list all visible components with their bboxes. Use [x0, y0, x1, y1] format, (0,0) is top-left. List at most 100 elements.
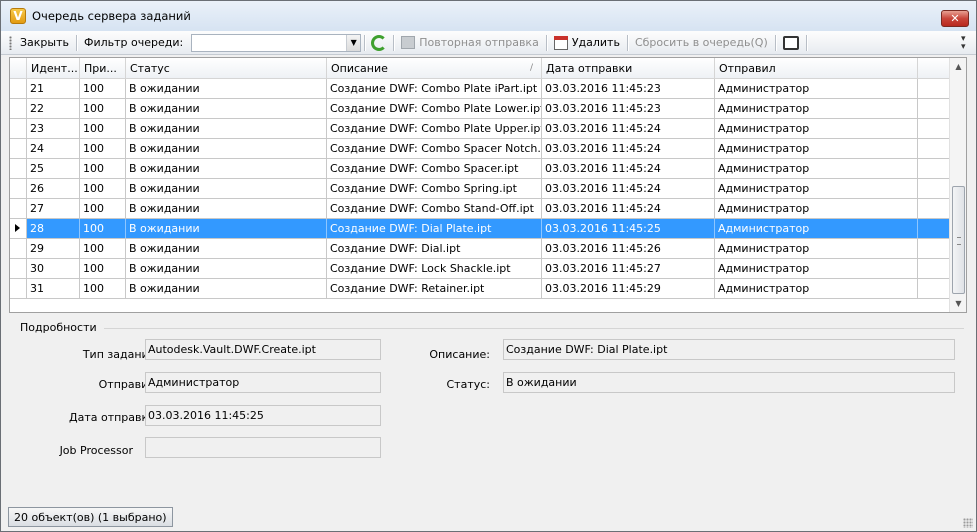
resend-label: Повторная отправка	[419, 36, 539, 49]
cell-description: Создание DWF: Retainer.ipt	[327, 279, 542, 298]
description-field[interactable]: Создание DWF: Dial Plate.ipt	[503, 339, 955, 360]
table-row[interactable]: 26 100 В ожидании Создание DWF: Combo Sp…	[10, 179, 950, 199]
resend-icon	[401, 36, 416, 49]
table-row[interactable]: 22 100 В ожидании Создание DWF: Combo Pl…	[10, 99, 950, 119]
table-row[interactable]: 29 100 В ожидании Создание DWF: Dial.ipt…	[10, 239, 950, 259]
app-icon: V	[10, 8, 26, 24]
column-header-status[interactable]: Статус	[126, 58, 327, 79]
toolbar-separator	[774, 34, 776, 51]
table-row[interactable]: 21 100 В ожидании Создание DWF: Combo Pl…	[10, 79, 950, 99]
column-header-priority[interactable]: При...	[80, 58, 126, 79]
cell-id: 25	[27, 159, 80, 178]
cell-date: 03.03.2016 11:45:27	[542, 259, 715, 278]
column-header-description[interactable]: Описание /	[327, 58, 542, 79]
status-label: Статус:	[446, 378, 490, 391]
cell-id: 22	[27, 99, 80, 118]
sender-label: Отправил:	[98, 378, 159, 391]
row-selector[interactable]	[10, 99, 27, 118]
cell-status: В ожидании	[126, 239, 327, 258]
cell-date: 03.03.2016 11:45:23	[542, 79, 715, 98]
row-selector[interactable]	[10, 179, 27, 198]
status-field[interactable]: В ожидании	[503, 372, 955, 393]
column-header-sender[interactable]: Отправил	[715, 58, 918, 79]
row-selector[interactable]	[10, 239, 27, 258]
grip-icon[interactable]	[9, 35, 12, 50]
cell-status: В ожидании	[126, 279, 327, 298]
scrollbar-thumb[interactable]	[952, 186, 965, 294]
table-row[interactable]: 31 100 В ожидании Создание DWF: Retainer…	[10, 279, 950, 299]
status-bar: 20 объект(ов) (1 выбрано)	[1, 503, 976, 531]
refresh-icon[interactable]	[371, 34, 388, 51]
cell-id: 23	[27, 119, 80, 138]
vertical-scrollbar[interactable]: ▲ ▼	[949, 58, 966, 312]
row-header-corner	[10, 58, 27, 79]
cell-description: Создание DWF: Dial Plate.ipt	[327, 219, 542, 238]
column-header-date[interactable]: Дата отправки	[542, 58, 715, 79]
column-header-id[interactable]: Идент...	[27, 58, 80, 79]
cell-priority: 100	[80, 239, 126, 258]
cell-status: В ожидании	[126, 179, 327, 198]
cell-date: 03.03.2016 11:45:24	[542, 199, 715, 218]
toolbar-separator	[545, 34, 547, 51]
toolbar-separator	[626, 34, 628, 51]
toolbar-separator	[364, 34, 366, 51]
row-selector[interactable]	[10, 159, 27, 178]
table-row[interactable]: 30 100 В ожидании Создание DWF: Lock Sha…	[10, 259, 950, 279]
details-title: Подробности	[18, 321, 99, 334]
row-selector[interactable]	[10, 219, 27, 238]
table-row[interactable]: 24 100 В ожидании Создание DWF: Combo Sp…	[10, 139, 950, 159]
cell-id: 21	[27, 79, 80, 98]
cell-date: 03.03.2016 11:45:25	[542, 219, 715, 238]
cell-status: В ожидании	[126, 219, 327, 238]
scroll-down-icon[interactable]: ▼	[950, 295, 966, 312]
table-row[interactable]: 27 100 В ожидании Создание DWF: Combo St…	[10, 199, 950, 219]
row-selector[interactable]	[10, 199, 27, 218]
delete-button[interactable]: Удалить	[550, 33, 624, 53]
title-bar[interactable]: V Очередь сервера заданий ✕	[1, 1, 976, 31]
scroll-up-icon[interactable]: ▲	[950, 58, 966, 75]
row-selector[interactable]	[10, 119, 27, 138]
cell-priority: 100	[80, 219, 126, 238]
delete-icon	[553, 35, 568, 50]
filter-label: Фильтр очереди:	[84, 36, 184, 49]
processor-field[interactable]	[145, 437, 381, 458]
close-icon[interactable]: ✕	[941, 10, 969, 27]
date-field[interactable]: 03.03.2016 11:45:25	[145, 405, 381, 426]
details-divider	[104, 328, 964, 329]
cell-sender: Администратор	[715, 79, 918, 98]
row-selector[interactable]	[10, 279, 27, 298]
cell-priority: 100	[80, 99, 126, 118]
table-row[interactable]: 23 100 В ожидании Создание DWF: Combo Pl…	[10, 119, 950, 139]
close-button[interactable]: Закрыть	[16, 33, 73, 53]
row-selector[interactable]	[10, 79, 27, 98]
cell-status: В ожидании	[126, 199, 327, 218]
print-icon[interactable]	[782, 35, 799, 50]
combo-dropdown-icon[interactable]: ▼	[346, 34, 361, 51]
cell-priority: 100	[80, 119, 126, 138]
cell-sender: Администратор	[715, 139, 918, 158]
row-selector[interactable]	[10, 259, 27, 278]
cell-date: 03.03.2016 11:45:24	[542, 139, 715, 158]
cell-sender: Администратор	[715, 279, 918, 298]
cell-status: В ожидании	[126, 159, 327, 178]
sender-field[interactable]: Администратор	[145, 372, 381, 393]
toolbar-separator	[393, 34, 395, 51]
cell-sender: Администратор	[715, 259, 918, 278]
queue-filter-combo[interactable]: ▼	[191, 33, 362, 52]
toolbar: Закрыть Фильтр очереди: ▼ Повторная отпр…	[1, 31, 976, 55]
cell-date: 03.03.2016 11:45:23	[542, 99, 715, 118]
cell-id: 29	[27, 239, 80, 258]
reset-queue-button[interactable]: Сбросить в очередь(Q)	[631, 33, 772, 53]
table-row[interactable]: 25 100 В ожидании Создание DWF: Combo Sp…	[10, 159, 950, 179]
job-type-field[interactable]: Autodesk.Vault.DWF.Create.ipt	[145, 339, 381, 360]
details-panel: Подробности Тип задания: Autodesk.Vault.…	[9, 321, 967, 501]
cell-id: 24	[27, 139, 80, 158]
scrollbar-grip	[957, 237, 961, 245]
row-selector[interactable]	[10, 139, 27, 158]
cell-id: 28	[27, 219, 80, 238]
resize-grip-icon[interactable]	[963, 518, 973, 528]
overflow-icon[interactable]: ▾ ▾	[961, 35, 970, 52]
cell-id: 26	[27, 179, 80, 198]
table-row-selected[interactable]: 28 100 В ожидании Создание DWF: Dial Pla…	[10, 219, 950, 239]
resend-button[interactable]: Повторная отправка	[397, 33, 543, 53]
